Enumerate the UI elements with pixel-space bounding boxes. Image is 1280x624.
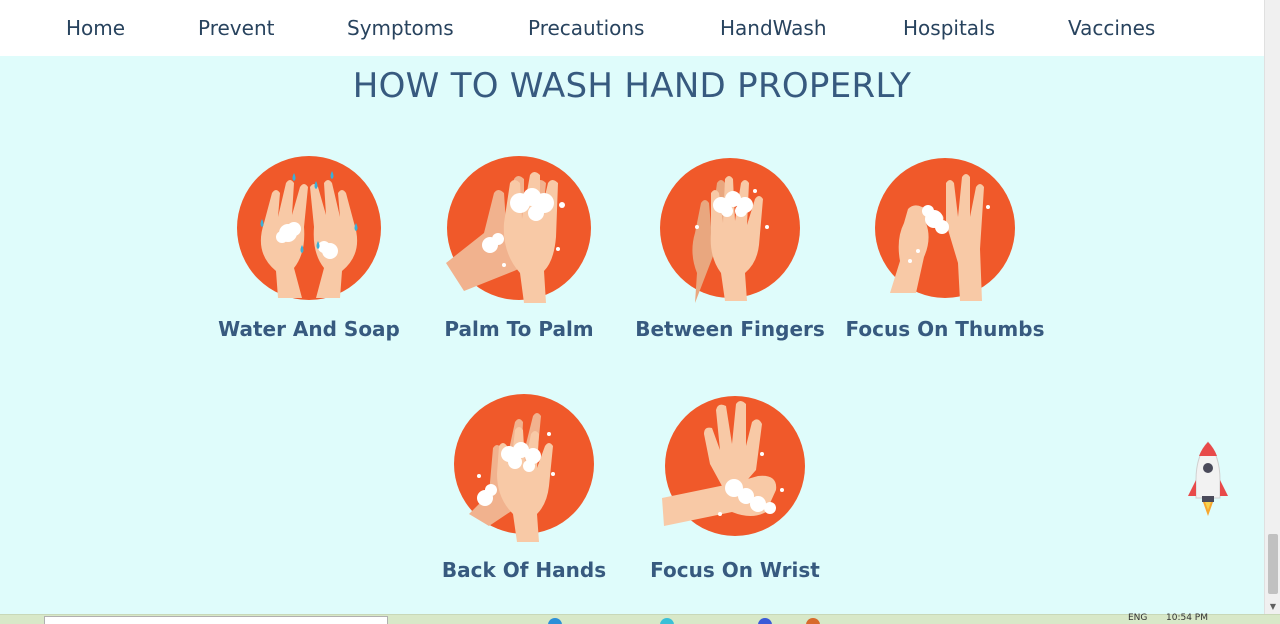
nav-precautions[interactable]: Precautions bbox=[528, 16, 644, 40]
nav-home[interactable]: Home bbox=[66, 16, 125, 40]
language-indicator[interactable]: ENG bbox=[1128, 613, 1147, 623]
step-palm-to-palm: Palm To Palm bbox=[419, 153, 619, 341]
os-taskbar: ENG 10:54 PM bbox=[0, 613, 1280, 624]
step-label: Palm To Palm bbox=[444, 317, 594, 341]
vertical-scrollbar[interactable]: ▼ bbox=[1264, 0, 1280, 614]
handwash-section: HOW TO WASH HAND PROPERLY Water And Soap bbox=[0, 56, 1264, 614]
step-between-fingers: Between Fingers bbox=[630, 153, 830, 341]
top-navbar: Home Prevent Symptoms Precautions HandWa… bbox=[0, 0, 1264, 56]
clock[interactable]: 10:54 PM bbox=[1166, 613, 1208, 623]
step-label: Between Fingers bbox=[635, 317, 825, 341]
scroll-to-top-button[interactable] bbox=[1186, 440, 1230, 520]
browser-app-icon[interactable] bbox=[548, 618, 562, 624]
water-and-soap-icon bbox=[237, 156, 381, 300]
rocket-icon bbox=[1188, 441, 1228, 516]
scroll-down-arrow-icon[interactable]: ▼ bbox=[1268, 602, 1278, 612]
back-of-hands-icon bbox=[454, 394, 594, 542]
step-label: Water And Soap bbox=[218, 317, 400, 341]
focus-on-wrist-icon bbox=[662, 396, 805, 536]
step-label: Back Of Hands bbox=[441, 558, 607, 582]
scrollbar-thumb[interactable] bbox=[1268, 534, 1278, 594]
taskbar-search-box[interactable] bbox=[44, 616, 388, 624]
nav-handwash[interactable]: HandWash bbox=[720, 16, 827, 40]
step-focus-on-wrist: Focus On Wrist bbox=[635, 394, 835, 582]
nav-symptoms[interactable]: Symptoms bbox=[347, 16, 454, 40]
step-label: Focus On Thumbs bbox=[845, 317, 1045, 341]
nav-prevent[interactable]: Prevent bbox=[198, 16, 274, 40]
nav-vaccines[interactable]: Vaccines bbox=[1068, 16, 1155, 40]
nav-hospitals[interactable]: Hospitals bbox=[903, 16, 995, 40]
palm-to-palm-icon bbox=[446, 156, 591, 303]
step-back-of-hands: Back Of Hands bbox=[424, 394, 624, 582]
step-focus-on-thumbs: Focus On Thumbs bbox=[845, 153, 1045, 341]
app-icon[interactable] bbox=[758, 618, 772, 624]
app-icon[interactable] bbox=[660, 618, 674, 624]
step-water-and-soap: Water And Soap bbox=[209, 153, 409, 341]
app-icon[interactable] bbox=[806, 618, 820, 624]
page-title: HOW TO WASH HAND PROPERLY bbox=[352, 66, 912, 106]
between-fingers-icon bbox=[660, 158, 800, 303]
focus-on-thumbs-icon bbox=[875, 158, 1015, 301]
step-label: Focus On Wrist bbox=[650, 558, 820, 582]
